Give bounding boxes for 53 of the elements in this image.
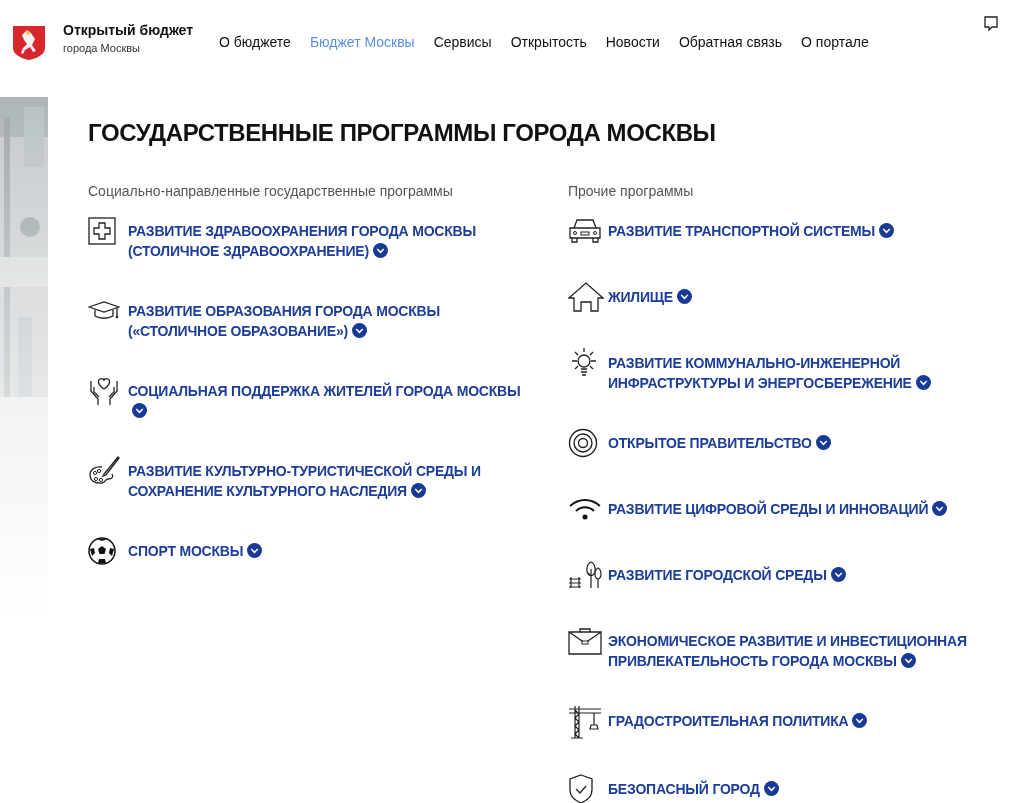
nav-link[interactable]: О портале: [801, 34, 869, 50]
graduation-cap-icon: [88, 301, 120, 321]
chevron-down-icon: [830, 567, 846, 582]
program-link[interactable]: БЕЗОПАСНЫЙ ГОРОД: [608, 779, 779, 799]
chevron-down-icon: [900, 653, 916, 668]
nav-link[interactable]: Сервисы: [433, 34, 492, 50]
program-link[interactable]: РАЗВИТИЕ КОММУНАЛЬНО-ИНЖЕНЕРНОЙ ИНФРАСТРУКТУРЫ И ЭНЕРГОСБЕРЕЖЕНИЕ: [608, 353, 998, 393]
chat-bubble-icon[interactable]: [984, 16, 998, 32]
nav-link[interactable]: Обратная связь: [678, 34, 783, 50]
program-link[interactable]: РАЗВИТИЕ ОБРАЗОВАНИЯ ГОРОДА МОСКВЫ («СТОЛИЧНОЕ ОБРАЗОВАНИЕ»): [128, 301, 528, 341]
program-link[interactable]: ГРАДОСТРОИТЕЛЬНАЯ ПОЛИТИКА: [608, 711, 868, 731]
site-title: Открытый бюджет: [63, 21, 195, 39]
nav-link[interactable]: Новости: [605, 34, 660, 50]
chevron-down-icon: [247, 543, 263, 558]
wifi-icon: [568, 498, 602, 520]
program-link[interactable]: РАЗВИТИЕ ЦИФРОВОЙ СРЕДЫ И ИННОВАЦИЙ: [608, 499, 948, 519]
chevron-down-icon: [352, 323, 368, 338]
shield-check-icon: [568, 774, 594, 803]
program-link[interactable]: РАЗВИТИЕ ЗДРАВООХРАНЕНИЯ ГОРОДА МОСКВЫ (СТОЛИЧНОЕ ЗДРАВООХРАНЕНИЕ): [128, 221, 528, 261]
nav-link[interactable]: О бюджете: [219, 34, 291, 50]
chevron-down-icon: [852, 713, 868, 728]
program-link[interactable]: РАЗВИТИЕ ГОРОДСКОЙ СРЕДЫ: [608, 565, 846, 585]
site-subtitle: города Москвы: [63, 42, 141, 54]
chevron-down-icon: [915, 375, 931, 390]
program-link[interactable]: СПОРТ МОСКВЫ: [128, 541, 263, 561]
column-heading: Прочие программы: [568, 183, 695, 199]
column-heading: Социально-направленные государственные программы: [88, 183, 454, 199]
chevron-down-icon: [372, 243, 388, 258]
car-icon: [568, 218, 602, 244]
program-link[interactable]: РАЗВИТИЕ ТРАНСПОРТНОЙ СИСТЕМЫ: [608, 221, 894, 241]
target-icon: [568, 428, 598, 458]
tower-crane-icon: [568, 705, 602, 739]
chevron-down-icon: [815, 435, 831, 450]
chevron-down-icon: [410, 483, 426, 498]
chevron-down-icon: [879, 223, 894, 238]
briefcase-icon: [568, 627, 602, 655]
page-title: ГОСУДАРСТВЕННЫЕ ПРОГРАММЫ ГОРОДА МОСКВЫ: [88, 118, 717, 148]
program-link[interactable]: ЭКОНОМИЧЕСКОЕ РАЗВИТИЕ И ИНВЕСТИЦИОННАЯ ПРИВЛЕКАТЕЛЬНОСТЬ ГОРОДА МОСКВЫ: [608, 631, 998, 671]
palette-icon: [88, 455, 120, 487]
nav-link[interactable]: Открытость: [510, 34, 587, 50]
hands-heart-icon: [88, 375, 120, 407]
coat-of-arms-icon: [12, 25, 46, 61]
chevron-down-icon: [932, 501, 948, 516]
soccer-ball-icon: [88, 537, 116, 565]
program-link[interactable]: СОЦИАЛЬНАЯ ПОДДЕРЖКА ЖИТЕЛЕЙ ГОРОДА МОСКВЫ: [128, 381, 528, 421]
program-link[interactable]: ЖИЛИЩЕ: [608, 287, 692, 307]
house-icon: [568, 282, 604, 312]
chevron-down-icon: [132, 403, 147, 418]
program-link[interactable]: РАЗВИТИЕ КУЛЬТУРНО-ТУРИСТИЧЕСКОЙ СРЕДЫ И СОХРАНЕНИЕ КУЛЬТУРНОГО НАСЛЕДИЯ: [128, 461, 528, 501]
medical-cross-icon: [88, 217, 116, 245]
program-link[interactable]: ОТКРЫТОЕ ПРАВИТЕЛЬСТВО: [608, 433, 831, 453]
chevron-down-icon: [677, 289, 692, 304]
chevron-down-icon: [763, 781, 779, 796]
